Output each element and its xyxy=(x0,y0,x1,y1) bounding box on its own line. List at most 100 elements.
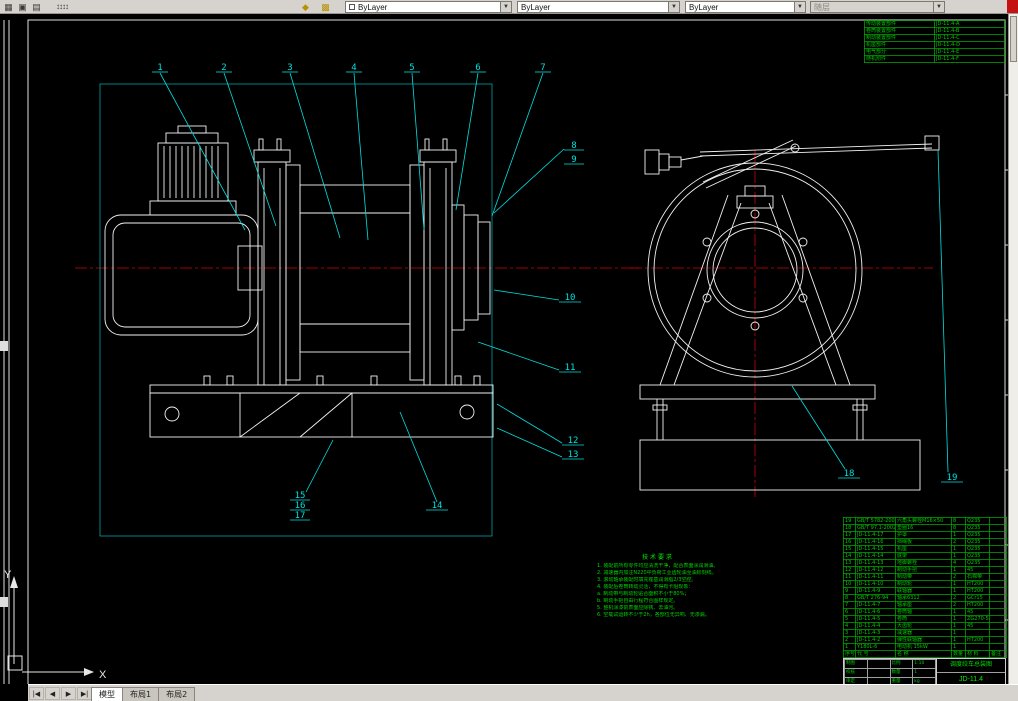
chevron-down-icon: ▼ xyxy=(500,2,511,12)
table-cell: Y180L-6 xyxy=(855,643,896,651)
tab-model[interactable]: 模型 xyxy=(91,687,123,701)
leader-lines xyxy=(152,71,963,521)
table-cell: 10 xyxy=(843,580,856,588)
table-row: 制图 比例 1:10 xyxy=(844,659,936,669)
tab-layout1[interactable]: 布局1 xyxy=(122,687,160,701)
lineweight-combo[interactable]: ByLayer ▼ xyxy=(685,1,806,13)
table-cell: 19 xyxy=(843,517,856,525)
table-cell xyxy=(989,643,1007,651)
grid-icon[interactable]: ▣ xyxy=(16,1,29,13)
color-combo-value: ByLayer xyxy=(358,2,388,12)
table-row: 9 JD-11.4-9 联轴器 1 HT200 xyxy=(843,587,1007,595)
table-cell: 11 xyxy=(843,573,856,581)
table-cell: 轴承座 xyxy=(895,601,952,609)
layer-previous-icon[interactable]: ▩ xyxy=(318,1,333,13)
table-cell: 代 号 xyxy=(855,650,896,658)
table-row: 随机附件 JD-11.4-F xyxy=(864,55,1005,63)
layers-icon[interactable]: ▤ xyxy=(30,1,43,13)
table-cell xyxy=(866,659,891,669)
table-cell: Q235 xyxy=(965,559,990,567)
table-cell: 卷筒 xyxy=(895,615,952,623)
table-cell: 45 xyxy=(965,608,990,616)
table-cell: HT200 xyxy=(965,636,990,644)
last-tab-button[interactable]: ▶| xyxy=(77,687,92,700)
table-cell: 垫圈16 xyxy=(895,524,952,532)
technical-notes: 技 术 要 求 1. 装配前所有零件均应清洗干净，配合表面涂润滑油。 2. 减速器… xyxy=(597,554,717,619)
callout-label: 15 xyxy=(295,491,306,501)
table-cell: 5 xyxy=(843,615,856,623)
callout-label: 7 xyxy=(540,63,545,73)
chevron-down-icon: ▼ xyxy=(794,2,805,12)
chevron-down-icon: ▼ xyxy=(933,2,944,12)
vertical-scrollbar[interactable] xyxy=(1008,14,1018,684)
table-cell: 1 xyxy=(951,545,966,553)
table-cell: 14 xyxy=(843,552,856,560)
table-cell: 6 xyxy=(843,608,856,616)
linetype-combo[interactable]: ByLayer ▼ xyxy=(517,1,680,13)
table-cell: 底架 xyxy=(895,552,952,560)
table-cell: 1:10 xyxy=(912,659,936,669)
table-cell: JD-11.4-4 xyxy=(855,622,896,630)
make-layer-current-icon[interactable]: ◆ xyxy=(298,1,313,13)
table-cell: 比例 xyxy=(889,659,914,669)
notes-lines: 1. 装配前所有零件均应清洗干净，配合表面涂润滑油。 2. 减速器内加注N220中… xyxy=(597,563,717,619)
table-cell: 大齿轮 xyxy=(895,622,952,630)
table-cell: 轴承6312 xyxy=(895,594,952,602)
callout-label: 8 xyxy=(571,141,576,151)
table-cell: 2 xyxy=(951,594,966,602)
callout-label: 12 xyxy=(568,436,579,446)
table-cell: 17 xyxy=(843,531,856,539)
table-cell: 挡绳板 xyxy=(895,538,952,546)
table-cell: GCr15 xyxy=(965,594,990,602)
table-cell: 制图 xyxy=(844,659,868,669)
table-cell: Q235 xyxy=(965,538,990,546)
callout-label: 6 xyxy=(475,63,480,73)
table-cell xyxy=(989,608,1007,616)
osnap-icon[interactable]: ▦ xyxy=(2,1,15,13)
table-cell: 45 xyxy=(965,566,990,574)
first-tab-button[interactable]: |◀ xyxy=(29,687,44,700)
table-cell xyxy=(989,531,1007,539)
tab-layout2[interactable]: 布局2 xyxy=(158,687,196,701)
table-cell: 3 xyxy=(843,629,856,637)
revision-table: 传动装置部件 JD-11.4-A 卷筒装置部件 JD-11.4-B 制动装置部件 JD-1… xyxy=(864,20,1005,63)
ucs-icon: Y X xyxy=(4,569,107,681)
application-window: ▦ ▣ ▤ ↕↕↕↕ ◆ ▩ ByLayer ▼ ByLayer ▼ ByLay… xyxy=(0,0,1018,701)
callout-labels: 1 2 3 4 5 6 7 8 9 10 11 12 13 14 15 16 1… xyxy=(157,63,957,521)
note-line: 2. 减速器内加注N220中负荷工业齿轮油至油标刻线。 xyxy=(597,570,717,576)
table-cell: 名 称 xyxy=(895,650,952,658)
table-cell: 1 xyxy=(951,587,966,595)
table-cell: 1 xyxy=(951,636,966,644)
drawing-canvas[interactable]: 1 2 3 4 5 6 7 8 9 10 11 12 13 14 15 16 1… xyxy=(0,14,1008,684)
table-cell: 材 料 xyxy=(965,650,990,658)
scrollbar-thumb[interactable] xyxy=(1010,16,1017,62)
previous-tab-button[interactable]: ◀ xyxy=(45,687,60,700)
next-tab-button[interactable]: ▶ xyxy=(61,687,76,700)
note-line: 1. 装配前所有零件均应清洗干净，配合表面涂润滑油。 xyxy=(597,563,717,569)
plotstyle-combo-value: 随层 xyxy=(814,2,830,12)
table-cell: Q235 xyxy=(965,552,990,560)
callout-label: 9 xyxy=(571,155,576,165)
table-cell: 石棉带 xyxy=(965,573,990,581)
callout-label: 11 xyxy=(565,363,576,373)
callout-label: 1 xyxy=(157,63,162,73)
color-combo[interactable]: ByLayer ▼ xyxy=(345,1,512,13)
table-cell: Q235 xyxy=(965,524,990,532)
title-block: 制图 比例 1:10 校核 数量 1 审定 重量 kg 调度绞车总装图 JD-11.4 xyxy=(843,658,1006,684)
table-cell: 1 xyxy=(951,643,966,651)
notes-title: 技 术 要 求 xyxy=(642,554,672,561)
table-cell xyxy=(989,615,1007,623)
table-cell: JD-11.4-E xyxy=(934,48,1005,56)
table-cell: 4 xyxy=(951,559,966,567)
table-cell xyxy=(989,580,1007,588)
layer-states-icon[interactable]: ↕↕↕↕ xyxy=(45,1,79,13)
table-cell: HT200 xyxy=(965,601,990,609)
table-cell: 4 xyxy=(843,622,856,630)
table-row: 7 JD-11.4-7 轴承座 2 HT200 xyxy=(843,601,1007,609)
table-cell: 45 xyxy=(965,622,990,630)
table-cell: 8 xyxy=(951,517,966,525)
table-cell: JD-11.4-13 xyxy=(855,559,896,567)
note-line: a. 制动带与制动轮贴合面积不小于80%； xyxy=(597,591,690,597)
red-toolbar-icon[interactable] xyxy=(1007,0,1018,13)
plotstyle-combo: 随层 ▼ xyxy=(810,1,945,13)
